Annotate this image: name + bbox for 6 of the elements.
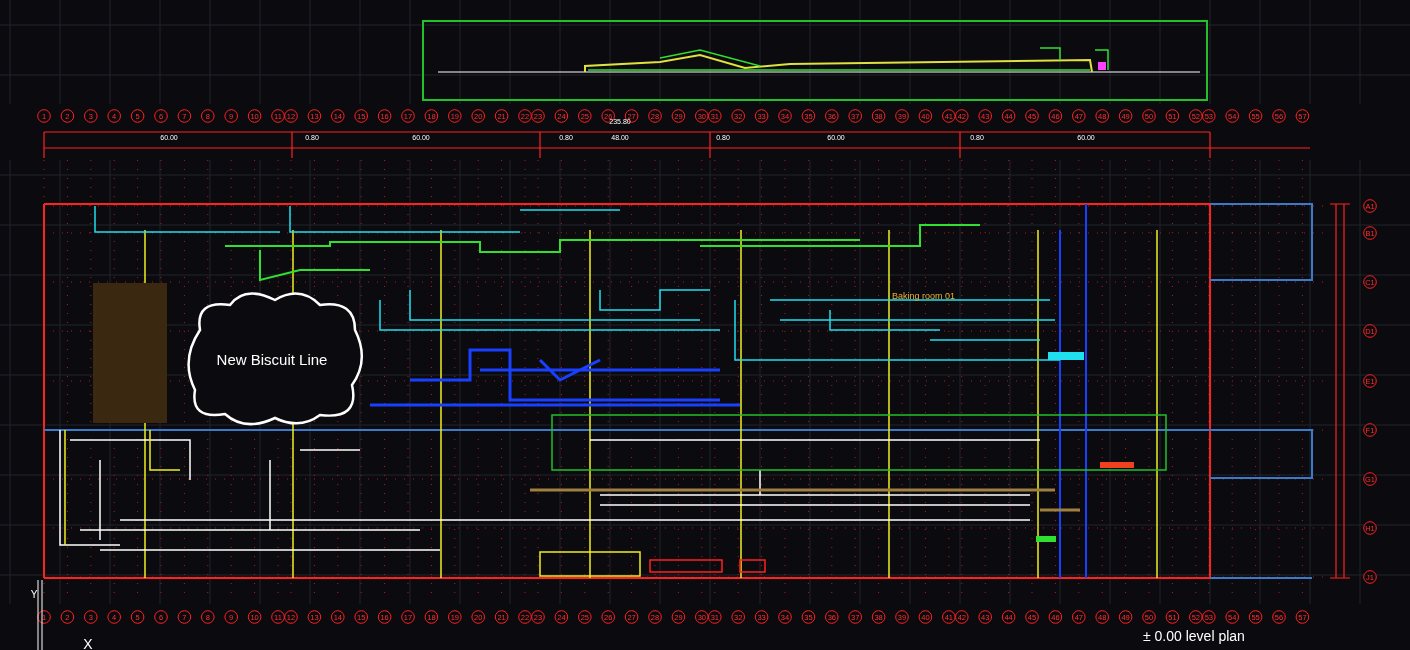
ucs-icon [37,579,43,650]
ucs-axis-label: X [83,636,93,650]
cloud-label: New Biscuit Line [216,351,328,368]
ucs-axis-label: Y [30,589,38,600]
room-label: Baking room 01 [892,291,956,301]
drawing-title: ± 0.00 level plan [1143,628,1245,644]
